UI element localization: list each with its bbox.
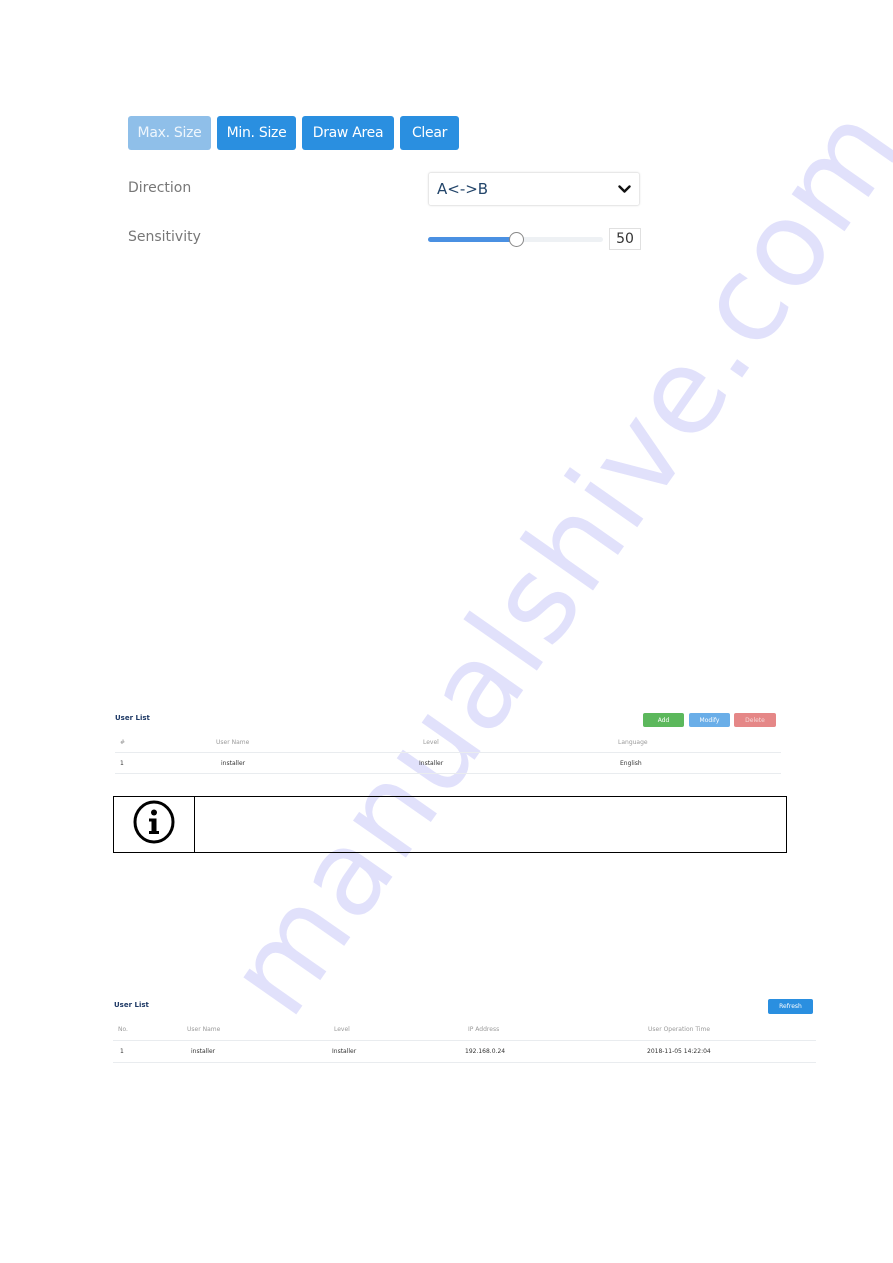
slider-thumb[interactable] [508,232,524,247]
cell-user-name: installer [221,760,246,767]
chevron-down-icon [617,182,631,196]
column-header: Language [618,739,648,746]
divider [115,773,781,774]
divider [115,752,781,753]
direction-label: Direction [128,180,192,196]
cell-level: Installer [332,1048,357,1055]
sensitivity-label: Sensitivity [128,229,201,245]
info-icon [132,800,176,849]
add-button[interactable]: Add [643,713,684,727]
sensitivity-value-input[interactable]: 50 [609,228,641,250]
info-note [113,796,787,853]
sensitivity-slider[interactable] [428,232,603,247]
max-size-button[interactable]: Max. Size [128,116,211,150]
refresh-button[interactable]: Refresh [768,999,813,1014]
watermark: manualshive.com [200,81,893,1040]
info-icon-cell [114,797,195,852]
column-header: No. [118,1026,128,1033]
column-header: User Name [216,739,250,746]
cell-language: English [620,760,642,767]
cell-index: 1 [120,1048,124,1055]
min-size-button[interactable]: Min. Size [217,116,296,150]
slider-fill [428,237,516,242]
column-header: # [120,739,126,746]
divider [113,1062,816,1063]
area-button-row: Max. Size Min. Size Draw Area Clear [128,116,459,150]
clear-button[interactable]: Clear [400,116,459,150]
divider [113,1040,816,1041]
cell-user-name: installer [191,1048,216,1055]
direction-value: A<->B [437,180,489,198]
column-header: Level [334,1026,350,1033]
cell-operation-time: 2018-11-05 14:22:04 [647,1048,711,1055]
column-header: Level [423,739,439,746]
cell-ip-address: 192.168.0.24 [465,1048,506,1055]
column-header: User Operation Time [648,1026,711,1033]
cell-index: 1 [120,760,124,767]
info-note-text [195,797,786,852]
column-header: IP Address [468,1026,500,1033]
user-list-title: User List [114,1001,149,1009]
modify-button[interactable]: Modify [689,713,730,727]
cell-level: Installer [419,760,444,767]
user-list-title: User List [115,714,150,722]
direction-select[interactable]: A<->B [428,172,640,206]
draw-area-button[interactable]: Draw Area [302,116,394,150]
column-header: User Name [187,1026,221,1033]
delete-button[interactable]: Delete [734,713,776,727]
